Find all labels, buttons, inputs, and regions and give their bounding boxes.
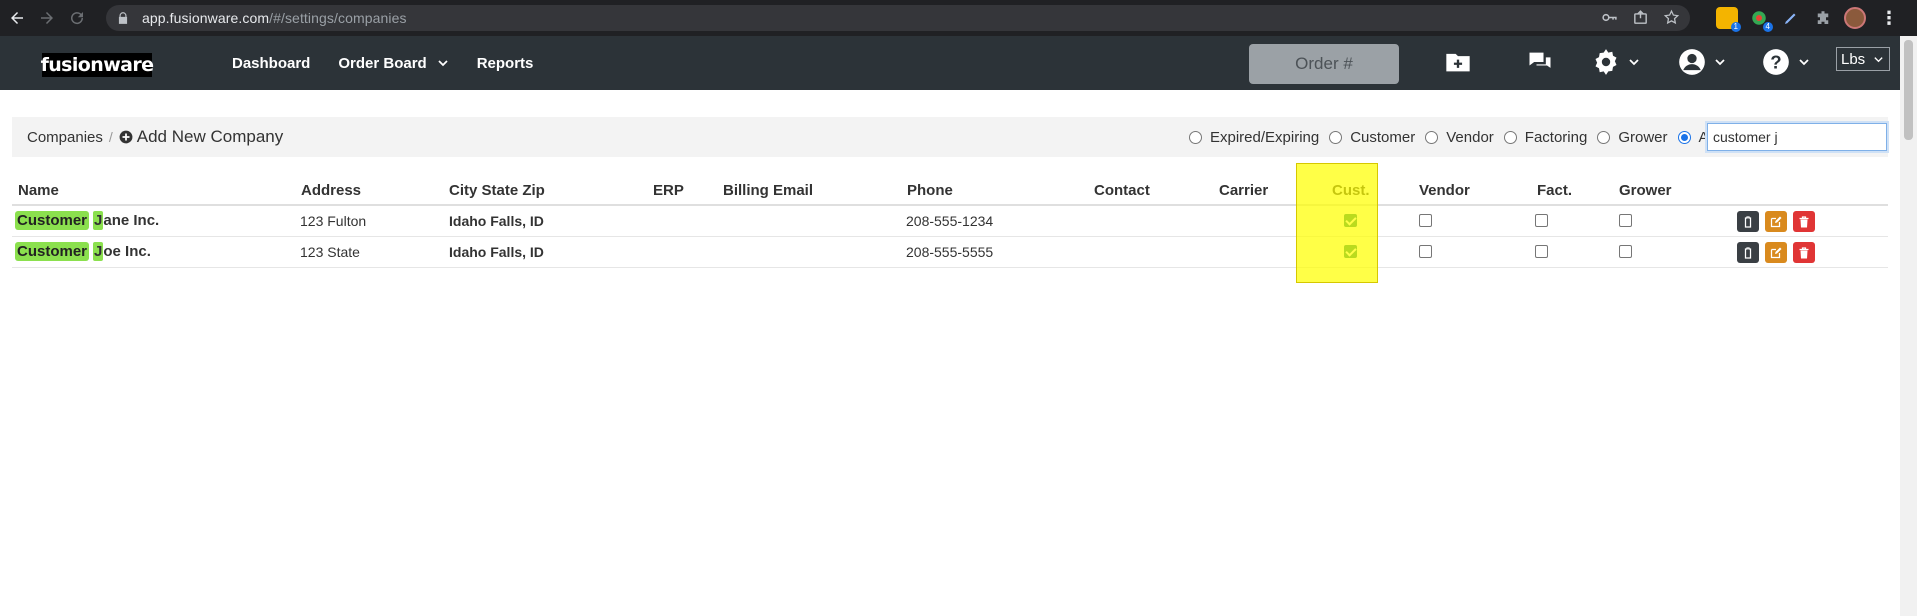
browser-toolbar: app.fusionware.com/#/settings/companies … xyxy=(0,0,1917,36)
nav-order-board[interactable]: Order Board xyxy=(338,55,448,72)
copy-button[interactable] xyxy=(1737,242,1759,263)
units-select[interactable]: Lbs xyxy=(1836,47,1890,71)
company-city: Idaho Falls, ID xyxy=(449,213,544,229)
company-address: 123 Fulton xyxy=(300,213,367,229)
company-search-input[interactable]: customer j xyxy=(1707,123,1887,151)
col-phone[interactable]: Phone xyxy=(907,182,953,199)
companies-table: Name Address City State Zip ERP Billing … xyxy=(12,176,1888,268)
col-cust[interactable]: Cust. xyxy=(1332,182,1370,199)
fact-checkbox[interactable] xyxy=(1535,245,1548,258)
filter-expired[interactable]: Expired/Expiring xyxy=(1189,129,1319,146)
new-folder-button[interactable] xyxy=(1444,48,1472,76)
chevron-down-icon xyxy=(438,60,448,67)
order-number-input[interactable]: Order # xyxy=(1249,44,1399,84)
settings-menu[interactable] xyxy=(1592,48,1640,76)
filter-vendor[interactable]: Vendor xyxy=(1425,129,1494,146)
edit-button[interactable] xyxy=(1765,242,1787,263)
user-icon xyxy=(1679,49,1705,75)
app-header: fusionware Dashboard Order Board Reports… xyxy=(0,36,1900,90)
copy-icon xyxy=(1744,215,1752,228)
extension-pen-icon[interactable] xyxy=(1780,7,1802,29)
company-name[interactable]: Customer Joe Inc. xyxy=(15,242,151,261)
col-contact[interactable]: Contact xyxy=(1094,182,1150,199)
lock-icon xyxy=(118,12,128,24)
user-menu[interactable] xyxy=(1678,48,1726,76)
fusionware-logo[interactable]: fusionware xyxy=(41,53,154,77)
main-nav: Dashboard Order Board Reports xyxy=(232,36,561,90)
plus-circle-icon xyxy=(119,130,133,144)
grower-checkbox[interactable] xyxy=(1619,214,1632,227)
table-row[interactable]: Customer Joe Inc. 123 State Idaho Falls, … xyxy=(12,237,1888,268)
delete-button[interactable] xyxy=(1793,242,1815,263)
chat-icon xyxy=(1529,52,1551,68)
chevron-down-icon xyxy=(1629,59,1639,66)
url-text: app.fusionware.com/#/settings/companies xyxy=(142,10,407,26)
col-carrier[interactable]: Carrier xyxy=(1219,182,1268,199)
breadcrumb-companies[interactable]: Companies xyxy=(27,129,103,146)
page-scrollbar[interactable] xyxy=(1900,36,1917,616)
trash-icon xyxy=(1799,215,1809,227)
edit-icon xyxy=(1770,247,1782,258)
cust-checkbox[interactable] xyxy=(1344,214,1357,227)
edit-icon xyxy=(1770,216,1782,227)
reload-icon[interactable] xyxy=(64,5,90,31)
gear-icon xyxy=(1595,49,1617,75)
company-city: Idaho Falls, ID xyxy=(449,244,544,260)
add-company-button[interactable]: Add New Company xyxy=(119,127,283,147)
key-icon[interactable] xyxy=(1601,9,1618,26)
table-row[interactable]: Customer Jane Inc. 123 Fulton Idaho Falls… xyxy=(12,206,1888,237)
table-header: Name Address City State Zip ERP Billing … xyxy=(12,176,1888,206)
filter-grower[interactable]: Grower xyxy=(1597,129,1668,146)
browser-menu-icon[interactable]: ⋮ xyxy=(1880,8,1898,29)
address-bar[interactable]: app.fusionware.com/#/settings/companies xyxy=(106,5,1690,31)
copy-icon xyxy=(1744,246,1752,259)
col-billing[interactable]: Billing Email xyxy=(723,182,813,199)
company-phone: 208-555-5555 xyxy=(906,244,994,260)
col-vendor[interactable]: Vendor xyxy=(1419,182,1470,199)
col-grower[interactable]: Grower xyxy=(1619,182,1672,199)
col-fact[interactable]: Fact. xyxy=(1537,182,1572,199)
help-menu[interactable]: ? xyxy=(1762,48,1810,76)
vendor-checkbox[interactable] xyxy=(1419,245,1432,258)
extension-globe-icon[interactable]: 4 xyxy=(1748,7,1773,32)
chevron-down-icon xyxy=(1715,59,1725,66)
col-name[interactable]: Name xyxy=(18,182,59,199)
vendor-checkbox[interactable] xyxy=(1419,214,1432,227)
folder-plus-icon xyxy=(1446,53,1470,72)
breadcrumb-separator: / xyxy=(108,129,113,145)
chat-button[interactable] xyxy=(1526,48,1554,76)
copy-button[interactable] xyxy=(1737,211,1759,232)
filter-customer[interactable]: Customer xyxy=(1329,129,1415,146)
company-address: 123 State xyxy=(300,244,360,260)
extension-notes-icon[interactable]: 1 xyxy=(1716,7,1741,32)
col-city[interactable]: City State Zip xyxy=(449,182,545,199)
edit-button[interactable] xyxy=(1765,211,1787,232)
chevron-down-icon xyxy=(1874,56,1883,62)
forward-icon[interactable] xyxy=(34,5,60,31)
help-icon: ? xyxy=(1763,49,1789,75)
profile-avatar[interactable] xyxy=(1844,7,1866,29)
fact-checkbox[interactable] xyxy=(1535,214,1548,227)
company-type-filters: Expired/Expiring Customer Vendor Factori… xyxy=(1189,117,1725,157)
extensions-puzzle-icon[interactable] xyxy=(1812,7,1834,29)
delete-button[interactable] xyxy=(1793,211,1815,232)
companies-toolbar: Companies / Add New Company Expired/Expi… xyxy=(12,117,1888,157)
share-icon[interactable] xyxy=(1632,9,1649,26)
col-address[interactable]: Address xyxy=(301,182,361,199)
company-name[interactable]: Customer Jane Inc. xyxy=(15,211,159,230)
back-icon[interactable] xyxy=(4,5,30,31)
trash-icon xyxy=(1799,246,1809,258)
filter-factoring[interactable]: Factoring xyxy=(1503,129,1587,146)
svg-text:?: ? xyxy=(1770,51,1781,72)
cust-checkbox[interactable] xyxy=(1344,245,1357,258)
nav-reports[interactable]: Reports xyxy=(477,55,534,72)
chevron-down-icon xyxy=(1799,59,1809,66)
star-icon[interactable] xyxy=(1663,9,1680,26)
col-erp[interactable]: ERP xyxy=(653,182,684,199)
nav-dashboard[interactable]: Dashboard xyxy=(232,55,310,72)
company-phone: 208-555-1234 xyxy=(906,213,994,229)
grower-checkbox[interactable] xyxy=(1619,245,1632,258)
